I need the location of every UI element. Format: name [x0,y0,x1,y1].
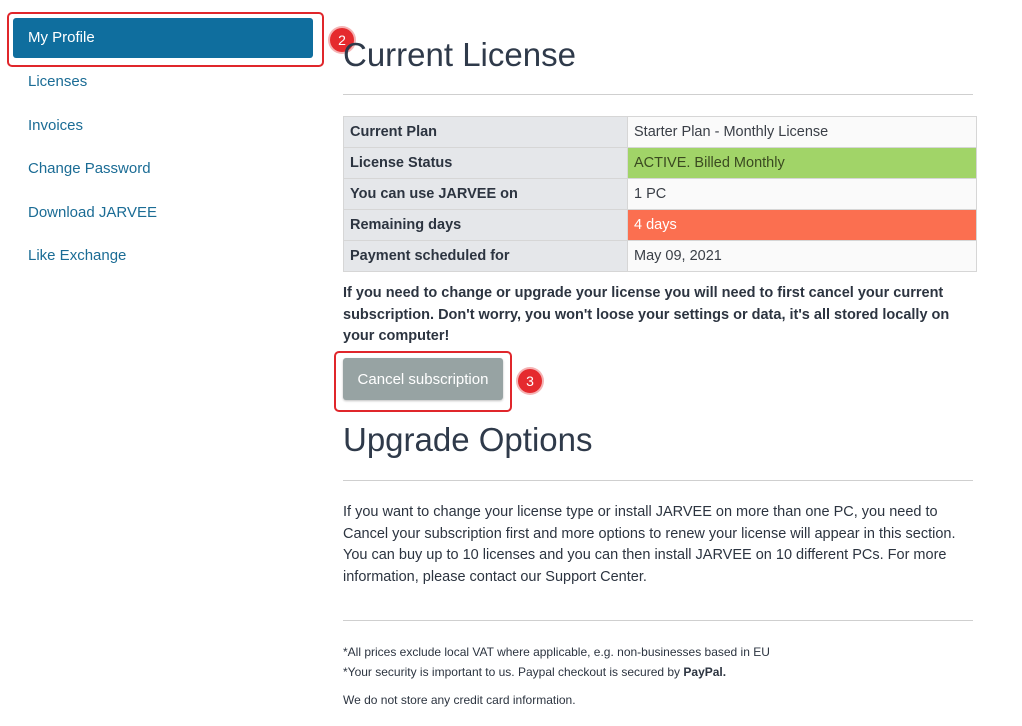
table-row: You can use JARVEE on 1 PC [343,178,977,210]
cancel-warning-text: If you need to change or upgrade your li… [343,285,950,344]
license-table: Current Plan Starter Plan - Monthly Lice… [343,116,977,272]
page-title-current-license: Current License [343,36,576,73]
table-row: Current Plan Starter Plan - Monthly Lice… [343,116,977,148]
security-note: *Your security is important to us. Paypa… [343,665,726,679]
table-row: License Status ACTIVE. Billed Monthly [343,147,977,179]
license-status-value: ACTIVE. Billed Monthly [627,147,977,179]
license-key: You can use JARVEE on [343,178,628,210]
sidebar-item-licenses[interactable]: Licenses [28,73,87,90]
divider [343,620,973,621]
card-note: We do not store any credit card informat… [343,693,576,707]
license-value: 1 PC [627,178,977,210]
license-key: Remaining days [343,209,628,241]
sidebar-item-invoices[interactable]: Invoices [28,117,83,134]
section-title-upgrade-options: Upgrade Options [343,421,593,458]
divider [343,480,973,481]
table-row: Payment scheduled for May 09, 2021 [343,240,977,272]
remaining-days-value: 4 days [627,209,977,241]
license-key: License Status [343,147,628,179]
cancel-subscription-button[interactable]: Cancel subscription [343,358,503,400]
paypal-label: PayPal. [683,665,727,679]
license-value: Starter Plan - Monthly License [627,116,977,148]
sidebar-item-my-profile[interactable]: My Profile [13,18,313,58]
sidebar-item-change-password[interactable]: Change Password [28,160,151,177]
sidebar-item-like-exchange[interactable]: Like Exchange [28,247,126,264]
upgrade-info-text: If you want to change your license type … [343,504,956,585]
vat-note: *All prices exclude local VAT where appl… [343,645,770,659]
license-value: May 09, 2021 [627,240,977,272]
divider [343,94,973,95]
license-key: Current Plan [343,116,628,148]
step-badge-3: 3 [518,369,542,393]
table-row: Remaining days 4 days [343,209,977,241]
license-key: Payment scheduled for [343,240,628,272]
sidebar-item-download-jarvee[interactable]: Download JARVEE [28,204,157,221]
security-note-text: *Your security is important to us. Paypa… [343,665,681,679]
